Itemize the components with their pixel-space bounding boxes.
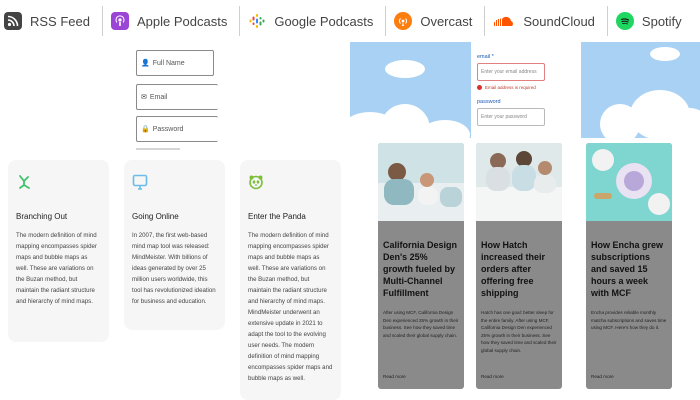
rss-icon [4, 12, 22, 30]
case-text: After using MCF, California Design Den e… [383, 310, 459, 338]
feature-text: The modern definition of mind mapping en… [248, 232, 333, 382]
read-more-link[interactable]: Read more [481, 374, 504, 379]
apple-podcasts-icon [110, 12, 129, 30]
case-text: Hatch has one goal: better sleep for the… [481, 310, 557, 353]
case-photo [476, 143, 562, 221]
email-error-text: Email address is required [485, 85, 536, 90]
branching-icon [16, 174, 32, 190]
login-email-input[interactable]: Enter your email address [477, 63, 545, 81]
feature-title: Enter the Panda [248, 212, 306, 221]
divider [606, 6, 608, 36]
email-field[interactable]: ✉ Email [136, 84, 218, 110]
soundcloud-icon [493, 12, 515, 30]
feature-title: Branching Out [16, 212, 68, 221]
fullname-placeholder: Full Name [152, 59, 185, 67]
feature-title: Going Online [132, 212, 179, 221]
divider [484, 6, 486, 36]
podcast-label: Spotify [641, 13, 682, 29]
feature-card-branching: Branching Out The modern definition of m… [8, 160, 109, 342]
panda-icon [248, 174, 264, 190]
podcast-link-google[interactable]: Google Podcasts [244, 0, 381, 42]
podcast-link-soundcloud[interactable]: SoundCloud [489, 0, 603, 42]
overcast-icon [394, 12, 413, 30]
fullname-field[interactable]: 👤 Full Name [136, 50, 214, 76]
cloud [385, 60, 425, 78]
monitor-icon [132, 174, 148, 190]
case-card-encha[interactable]: How Encha grew subscriptions and saved 1… [586, 143, 672, 389]
feature-text: In 2007, the first web-based mind map to… [132, 232, 216, 305]
podcast-label: Overcast [420, 13, 473, 29]
email-label: email * [477, 54, 494, 60]
password-field[interactable]: 🔒 Password [136, 116, 218, 142]
divider [136, 148, 180, 150]
google-podcasts-icon [248, 12, 266, 30]
podcast-link-spotify[interactable]: Spotify [612, 0, 690, 42]
password-label: password [477, 99, 501, 105]
feature-text: The modern definition of mind mapping en… [16, 232, 97, 305]
spotify-icon [615, 12, 634, 30]
lock-icon: 🔒 [141, 125, 150, 133]
password-placeholder: Password [152, 125, 184, 133]
feature-card-panda: Enter the Panda The modern definition of… [240, 160, 341, 400]
podcast-label: SoundCloud [523, 13, 595, 29]
divider [385, 6, 387, 36]
podcast-label: Google Podcasts [274, 13, 374, 29]
login-panel: email * Enter your email address Email a… [471, 42, 581, 138]
case-card-california-design-den[interactable]: California Design Den's 25% growth fuele… [378, 143, 464, 389]
case-title: California Design Den's 25% growth fuele… [383, 240, 458, 298]
case-title: How Hatch increased their orders after o… [481, 240, 546, 298]
case-card-hatch[interactable]: How Hatch increased their orders after o… [476, 143, 562, 389]
person-icon: 👤 [141, 59, 150, 67]
podcast-link-apple[interactable]: Apple Podcasts [107, 0, 235, 42]
case-title: How Encha grew subscriptions and saved 1… [591, 240, 664, 298]
read-more-link[interactable]: Read more [591, 374, 614, 379]
podcast-label: Apple Podcasts [136, 13, 228, 29]
case-text: Encha provides reliable monthly matcha s… [591, 310, 667, 330]
signup-form: 👤 Full Name ✉ Email 🔒 Password [130, 44, 220, 154]
read-more-link[interactable]: Read more [383, 374, 406, 379]
cloud [650, 47, 680, 61]
login-password-input[interactable]: Enter your password [477, 108, 545, 126]
error-icon [477, 85, 482, 90]
podcast-link-overcast[interactable]: Overcast [390, 0, 480, 42]
podcast-bar: RSS Feed Apple Podcasts Google Podcasts [0, 0, 700, 42]
email-placeholder: Email [149, 93, 168, 101]
podcast-label: RSS Feed [30, 13, 90, 29]
envelope-icon: ✉ [141, 93, 147, 101]
divider [101, 6, 103, 36]
case-photo [378, 143, 464, 221]
feature-card-online: Going Online In 2007, the first web-base… [124, 160, 225, 330]
case-photo [586, 143, 672, 221]
divider [239, 6, 241, 36]
podcast-link-rss[interactable]: RSS Feed [0, 0, 98, 42]
